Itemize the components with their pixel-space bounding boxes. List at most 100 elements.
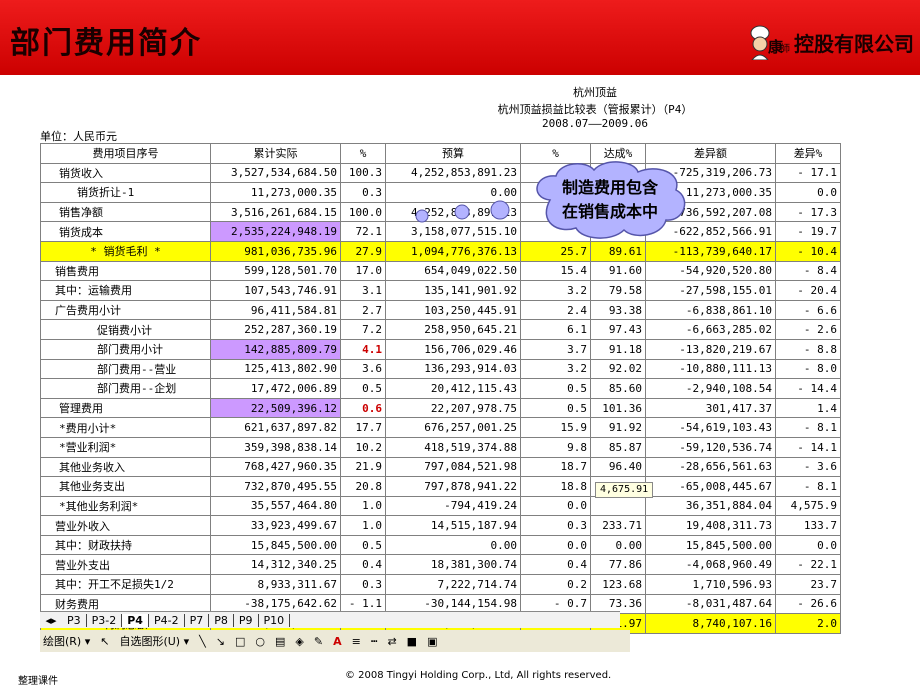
table-cell[interactable]: 0.0 (520, 534, 591, 556)
table-cell[interactable]: -794,419.24 (385, 495, 521, 517)
table-cell[interactable]: 96.40 (590, 456, 646, 478)
table-cell[interactable]: 其中：开工不足损失1/2 (40, 574, 211, 595)
table-cell[interactable]: 654,049,022.50 (385, 260, 521, 282)
3d-icon[interactable]: ▣ (424, 635, 440, 648)
table-cell[interactable]: 0.3 (520, 515, 591, 536)
table-cell[interactable]: 2.4 (520, 299, 591, 321)
table-cell[interactable]: 101.36 (590, 397, 646, 419)
table-cell[interactable]: 15,845,500.00 (645, 534, 776, 556)
table-cell[interactable]: 25.7 (520, 240, 591, 262)
table-cell[interactable]: 676,257,001.25 (385, 417, 521, 438)
line-color-icon[interactable]: ✎ (311, 635, 326, 648)
table-cell[interactable]: 3.6 (340, 358, 386, 380)
table-cell[interactable]: 18.7 (520, 456, 591, 478)
table-cell[interactable]: * 销货毛利 * (40, 240, 211, 262)
table-cell[interactable]: 1.4 (775, 397, 841, 419)
table-cell[interactable]: 103,250,445.91 (385, 299, 521, 321)
table-cell[interactable]: 销售净额 (40, 201, 211, 223)
table-cell[interactable]: 11,273,000.35 (210, 182, 341, 203)
table-cell[interactable]: 79.58 (590, 280, 646, 301)
table-cell[interactable]: 其他业务支出 (40, 476, 211, 497)
table-cell[interactable]: 1.0 (340, 495, 386, 517)
oval-icon[interactable]: ○ (252, 635, 268, 648)
table-cell[interactable]: 0.5 (520, 397, 591, 419)
table-cell[interactable]: 252,287,360.19 (210, 319, 341, 340)
column-header[interactable]: % (340, 143, 386, 164)
table-cell[interactable]: *费用小计* (40, 417, 211, 438)
table-cell[interactable]: 135,141,901.92 (385, 280, 521, 301)
table-cell[interactable]: - 8.4 (775, 260, 841, 282)
sheet-tab[interactable]: P7 (185, 613, 210, 627)
table-cell[interactable]: *营业利润* (40, 436, 211, 458)
table-cell[interactable]: 20.8 (340, 476, 386, 497)
table-cell[interactable]: 9.8 (520, 436, 591, 458)
table-cell[interactable]: - 14.1 (775, 436, 841, 458)
table-cell[interactable]: 14,515,187.94 (385, 515, 521, 536)
textbox-icon[interactable]: ▤ (272, 635, 288, 648)
table-cell[interactable]: -27,598,155.01 (645, 280, 776, 301)
table-cell[interactable]: 其他业务收入 (40, 456, 211, 478)
sheet-tab[interactable]: P3 (62, 613, 87, 627)
table-cell[interactable]: 85.87 (590, 436, 646, 458)
table-cell[interactable]: - 2.6 (775, 319, 841, 340)
table-cell[interactable]: 17.0 (340, 260, 386, 282)
table-cell[interactable]: 981,036,735.96 (210, 240, 341, 262)
table-cell[interactable]: 0.00 (590, 534, 646, 556)
table-cell[interactable]: 17.7 (340, 417, 386, 438)
table-cell[interactable]: - 8.1 (775, 417, 841, 438)
table-cell[interactable]: 1,094,776,376.13 (385, 240, 521, 262)
table-cell[interactable]: - 8.8 (775, 338, 841, 360)
table-cell[interactable]: 18,381,300.74 (385, 554, 521, 576)
table-cell[interactable]: - 26.6 (775, 593, 841, 615)
table-cell[interactable]: 4,252,853,891.23 (385, 162, 521, 184)
table-cell[interactable]: 93.38 (590, 299, 646, 321)
table-cell[interactable]: 133.7 (775, 515, 841, 536)
table-cell[interactable]: 100.3 (340, 162, 386, 184)
column-header[interactable]: 差异% (775, 143, 841, 164)
table-cell[interactable]: -8,031,487.64 (645, 593, 776, 615)
arrow-icon[interactable]: ↘ (213, 635, 228, 648)
table-cell[interactable]: - 19.7 (775, 221, 841, 242)
table-cell[interactable]: 广告费用小计 (40, 299, 211, 321)
table-cell[interactable]: 768,427,960.35 (210, 456, 341, 478)
table-cell[interactable]: 3,527,534,684.50 (210, 162, 341, 184)
table-cell[interactable]: - 20.4 (775, 280, 841, 301)
table-cell[interactable]: -13,820,219.67 (645, 338, 776, 360)
table-cell[interactable]: 3.7 (520, 338, 591, 360)
table-cell[interactable]: - 8.0 (775, 358, 841, 380)
table-cell[interactable]: 2.0 (775, 613, 841, 634)
table-cell[interactable]: - 14.4 (775, 378, 841, 399)
table-cell[interactable]: -65,008,445.67 (645, 476, 776, 497)
table-cell[interactable]: 142,885,809.79 (210, 338, 341, 360)
table-cell[interactable]: -113,739,640.17 (645, 240, 776, 262)
column-header[interactable]: 累计实际 (210, 143, 341, 164)
table-cell[interactable]: 3,516,261,684.15 (210, 201, 341, 223)
table-cell[interactable]: 797,084,521.98 (385, 456, 521, 478)
table-cell[interactable]: 10.2 (340, 436, 386, 458)
table-cell[interactable]: 35,557,464.80 (210, 495, 341, 517)
shadow-icon[interactable]: ■ (404, 635, 420, 648)
table-cell[interactable]: 15.4 (520, 260, 591, 282)
sheet-tab[interactable]: P10 (259, 613, 291, 627)
table-cell[interactable]: 96,411,584.81 (210, 299, 341, 321)
table-cell[interactable]: 27.9 (340, 240, 386, 262)
table-cell[interactable]: 0.3 (340, 574, 386, 595)
table-cell[interactable]: 123.68 (590, 574, 646, 595)
table-cell[interactable]: 0.5 (340, 534, 386, 556)
table-cell[interactable]: 91.60 (590, 260, 646, 282)
table-cell[interactable]: 3.1 (340, 280, 386, 301)
table-cell[interactable]: 797,878,941.22 (385, 476, 521, 497)
sheet-tab[interactable]: P4-2 (149, 613, 185, 627)
table-cell[interactable]: 销售费用 (40, 260, 211, 282)
table-cell[interactable]: -54,920,520.80 (645, 260, 776, 282)
table-cell[interactable]: 0.4 (340, 554, 386, 576)
table-cell[interactable]: 0.0 (775, 182, 841, 203)
table-cell[interactable]: 33,923,499.67 (210, 515, 341, 536)
table-cell[interactable]: -2,940,108.54 (645, 378, 776, 399)
table-cell[interactable]: 2,535,224,948.19 (210, 221, 341, 242)
table-cell[interactable]: 0.4 (520, 554, 591, 576)
table-cell[interactable]: 管理费用 (40, 397, 211, 419)
table-cell[interactable]: 20,412,115.43 (385, 378, 521, 399)
table-cell[interactable]: 92.02 (590, 358, 646, 380)
table-cell[interactable]: 359,398,838.14 (210, 436, 341, 458)
